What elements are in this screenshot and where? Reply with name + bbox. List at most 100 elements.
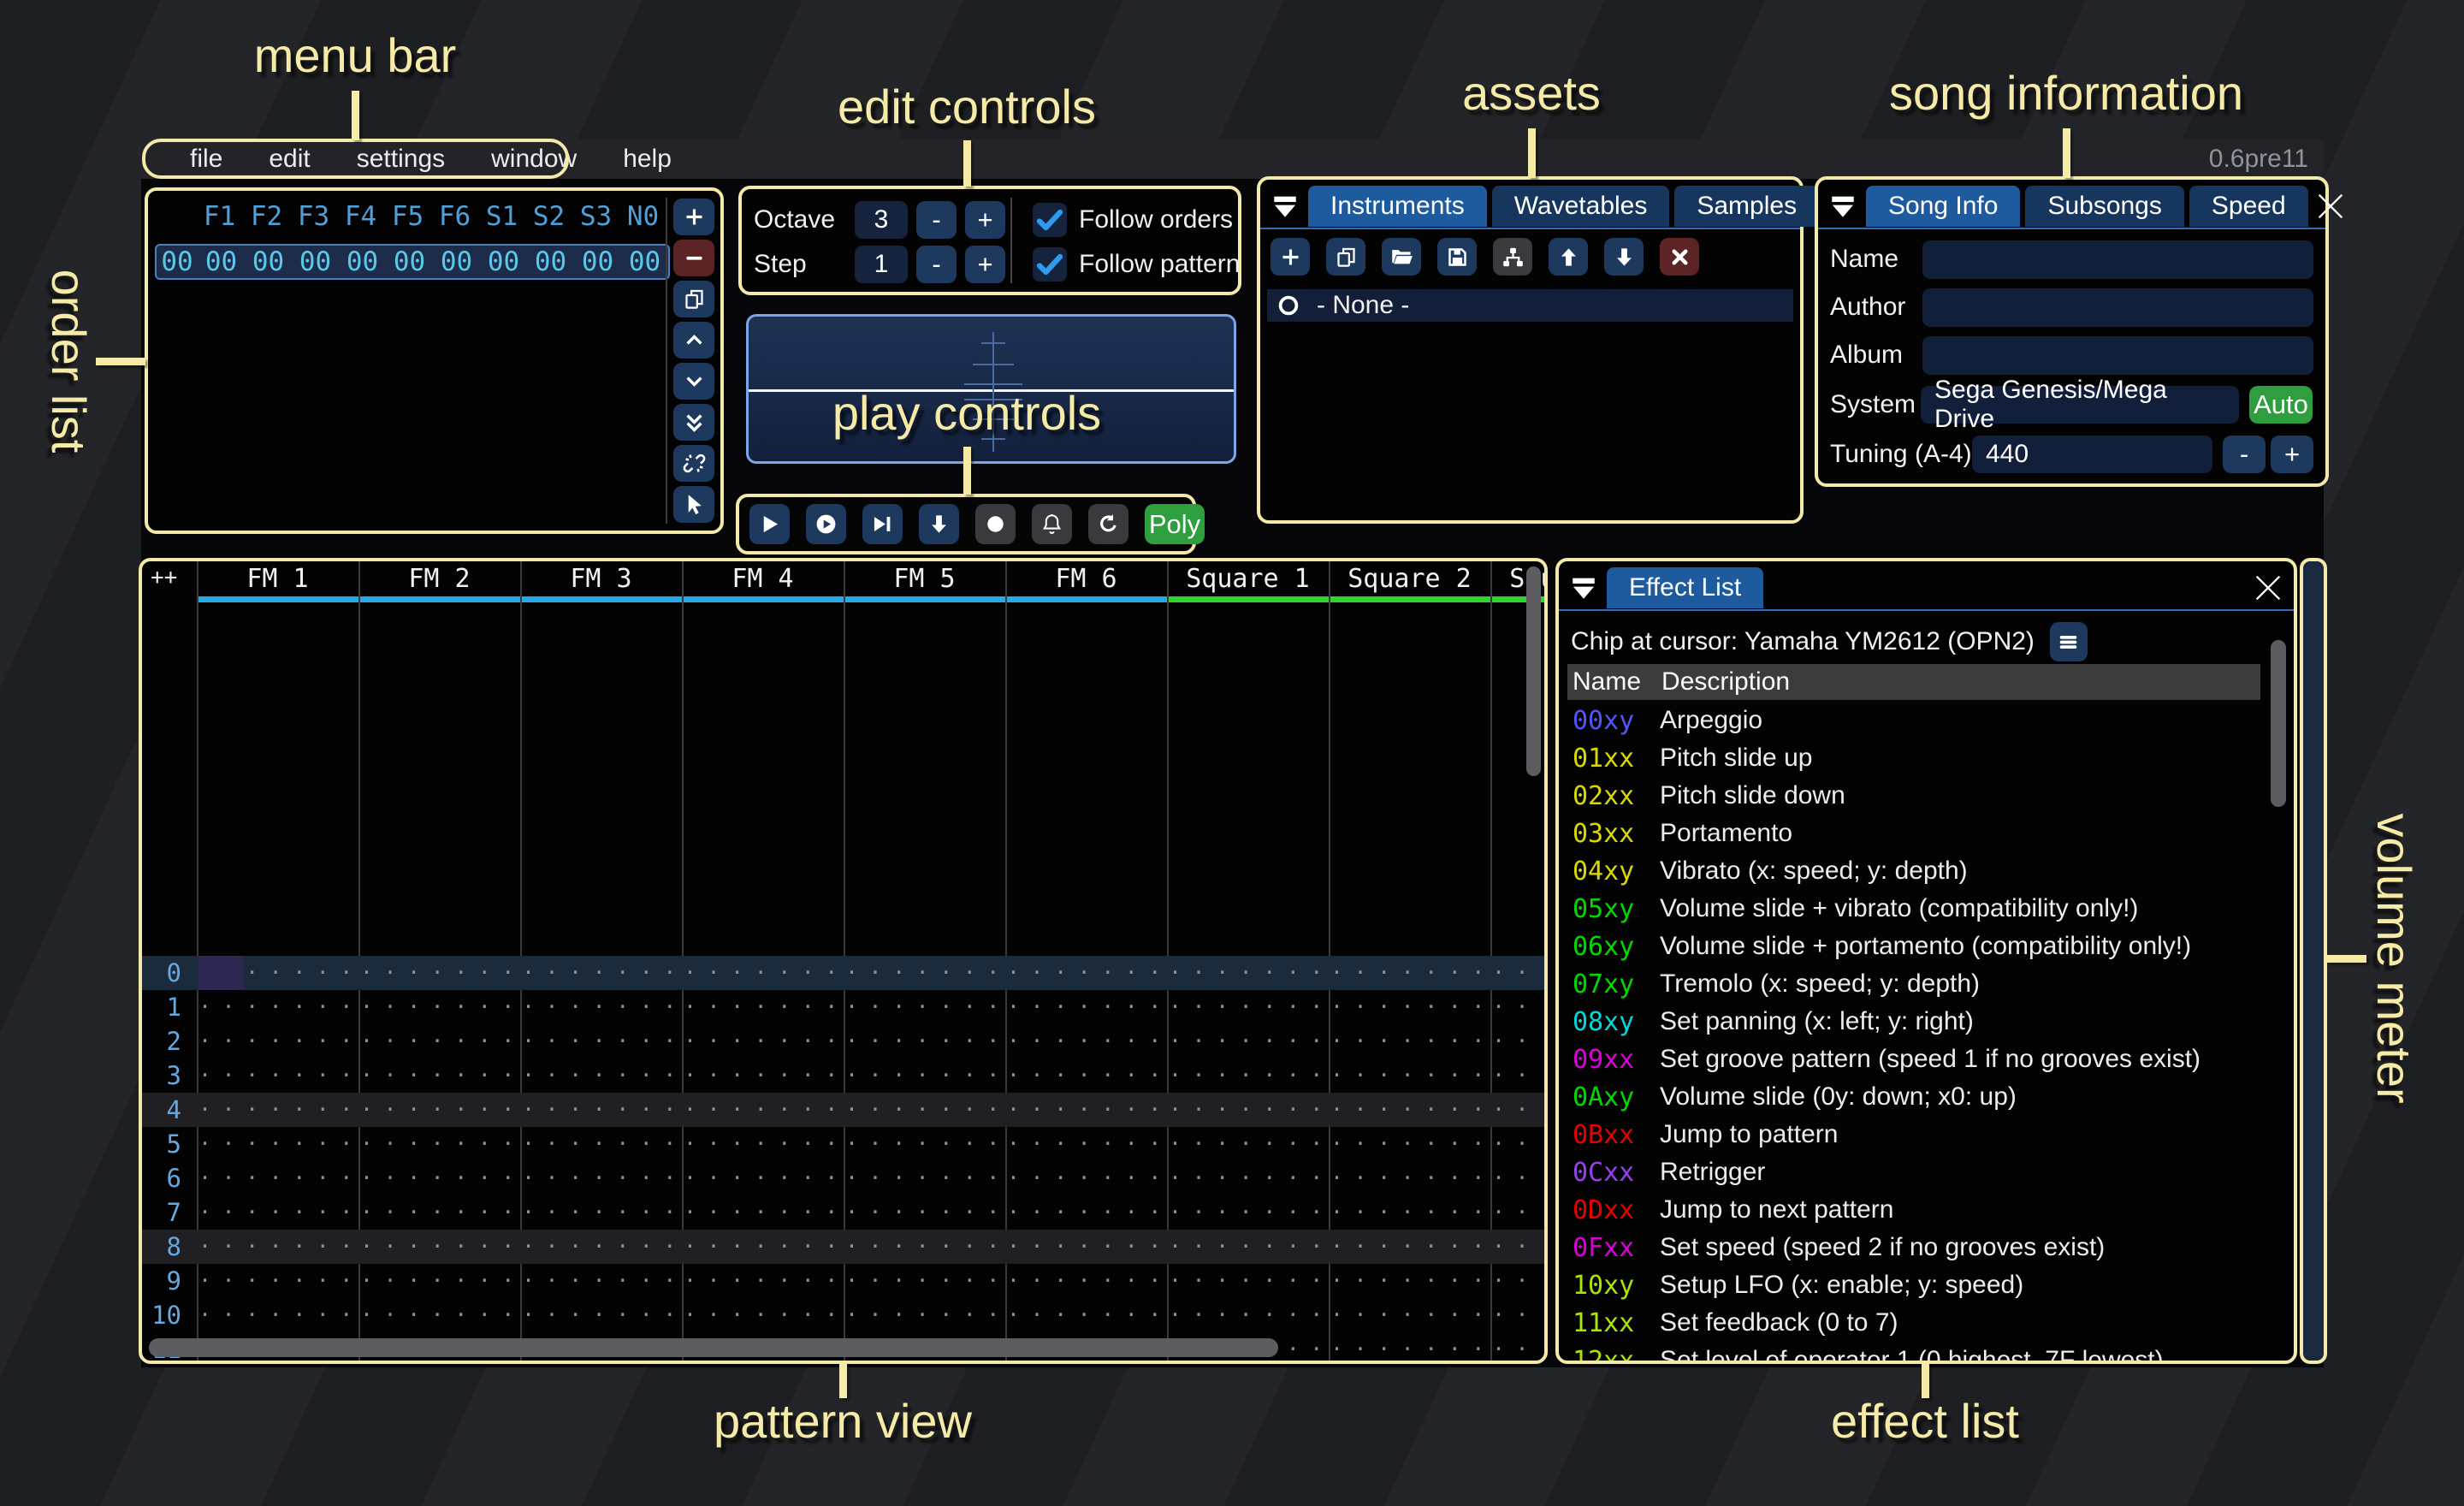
order-row[interactable]: 0000000000000000000000 [155, 244, 670, 280]
duplicate-order-button[interactable] [673, 281, 714, 317]
pattern-cell[interactable]: ··········· [1160, 1195, 1322, 1230]
follow-pattern-checkbox[interactable] [1033, 247, 1067, 282]
delete-instrument-button[interactable] [1660, 238, 1699, 276]
step-plus-button[interactable]: + [965, 246, 1005, 283]
pattern-row[interactable]: 7·······································… [142, 1195, 1544, 1230]
pattern-cell[interactable]: ··········· [675, 956, 837, 990]
song-album-input[interactable] [1922, 336, 2313, 375]
play-from-cursor-button[interactable] [862, 504, 903, 544]
pattern-cell[interactable]: ··········· [1322, 1093, 1484, 1127]
tab-wavetables[interactable]: Wavetables [1492, 186, 1670, 227]
system-auto-button[interactable]: Auto [2249, 386, 2313, 424]
pattern-cell[interactable]: ··········· [1160, 1024, 1322, 1058]
octave-value[interactable]: 3 [855, 201, 908, 239]
pattern-cell[interactable]: ··········· [675, 1093, 837, 1127]
pattern-cell[interactable]: ··········· [1322, 1127, 1484, 1161]
pattern-cell[interactable]: ··········· [837, 956, 998, 990]
pattern-cell[interactable]: ··········· [837, 1230, 998, 1264]
pattern-cell[interactable]: ··········· [190, 1127, 352, 1161]
system-select[interactable]: Sega Genesis/Mega Drive [1921, 386, 2239, 424]
order-grid[interactable]: F1F2F3F4F5F6S1S2S3N000000000000000000000… [155, 201, 670, 280]
pattern-cell[interactable]: ··········· [837, 1093, 998, 1127]
pattern-cell[interactable]: ··········· [190, 1298, 352, 1332]
pattern-cell[interactable]: ··········· [675, 1195, 837, 1230]
pattern-cell[interactable]: ··········· [190, 990, 352, 1024]
song-name-input[interactable] [1922, 240, 2313, 279]
pattern-cell[interactable]: ··········· [998, 1195, 1160, 1230]
collapse-window-icon[interactable] [1828, 192, 1857, 221]
pattern-cell[interactable]: ··········· [1484, 1161, 1548, 1195]
pattern-cell[interactable]: ··········· [352, 1024, 513, 1058]
pattern-cell[interactable]: ··········· [998, 1230, 1160, 1264]
save-instrument-button[interactable] [1437, 238, 1477, 276]
add-order-button[interactable] [673, 199, 714, 235]
pattern-cell[interactable]: ··········· [352, 1195, 513, 1230]
pattern-cell[interactable]: ··········· [837, 1298, 998, 1332]
pattern-cell[interactable]: ··········· [352, 1058, 513, 1093]
pattern-cell[interactable]: ··········· [352, 1230, 513, 1264]
channel-header-fm-6[interactable]: FM 6 [1005, 561, 1167, 596]
tab-speed[interactable]: Speed [2189, 186, 2308, 227]
collapse-window-icon[interactable] [1569, 573, 1598, 602]
pattern-cell[interactable]: ··········· [998, 1127, 1160, 1161]
pattern-cell[interactable]: ··········· [1322, 1161, 1484, 1195]
pattern-cell[interactable]: ··········· [1160, 1298, 1322, 1332]
pattern-row[interactable]: 1·······································… [142, 990, 1544, 1024]
pattern-cell[interactable]: ··········· [675, 1058, 837, 1093]
collapse-window-icon[interactable] [1270, 192, 1300, 221]
channel-header-fm-4[interactable]: FM 4 [682, 561, 844, 596]
pattern-cell[interactable]: ··········· [1484, 1230, 1548, 1264]
order-edit-mode-button[interactable] [673, 486, 714, 523]
pattern-cell[interactable]: ··········· [1322, 1195, 1484, 1230]
pattern-cell[interactable]: ··········· [1160, 1230, 1322, 1264]
pattern-cell[interactable]: ··········· [1322, 1332, 1484, 1364]
remove-order-button[interactable] [673, 240, 714, 276]
pattern-cell[interactable]: ··········· [998, 990, 1160, 1024]
tuning-minus-button[interactable]: - [2223, 436, 2266, 473]
pattern-cell[interactable]: ··········· [1484, 1024, 1548, 1058]
pattern-cell[interactable]: ··········· [837, 1195, 998, 1230]
pattern-cell[interactable]: ··········· [190, 1093, 352, 1127]
pattern-cell[interactable]: ··········· [1322, 1230, 1484, 1264]
pattern-grid[interactable]: FM 1FM 2FM 3FM 4FM 5FM 6Square 1Square 2… [142, 561, 1544, 1361]
menu-help[interactable]: help [600, 139, 695, 179]
pattern-cell[interactable]: ··········· [675, 990, 837, 1024]
pattern-cell[interactable]: ··········· [1484, 1264, 1548, 1298]
pattern-cell[interactable]: ··········· [675, 1264, 837, 1298]
order-cell[interactable]: 00 [527, 246, 574, 277]
pattern-cell[interactable]: ··········· [352, 956, 513, 990]
pattern-cell[interactable]: ··········· [352, 1127, 513, 1161]
pattern-cell[interactable]: ··········· [1322, 990, 1484, 1024]
tab-samples[interactable]: Samples [1674, 186, 1819, 227]
pattern-cell[interactable]: ··········· [352, 1264, 513, 1298]
pattern-cell[interactable]: ··········· [1160, 1058, 1322, 1093]
poly-button[interactable]: Poly [1145, 504, 1205, 544]
close-icon[interactable] [2313, 189, 2348, 223]
pattern-cell[interactable]: ··········· [1160, 956, 1322, 990]
song-author-input[interactable] [1922, 288, 2313, 327]
pattern-cell[interactable]: ··········· [513, 1024, 675, 1058]
pattern-cell[interactable]: ··········· [190, 1161, 352, 1195]
order-cell[interactable]: 00 [386, 246, 433, 277]
pattern-cell[interactable]: ··········· [1484, 1058, 1548, 1093]
pattern-cell[interactable]: ··········· [675, 1298, 837, 1332]
deep-clone-button[interactable] [673, 445, 714, 482]
open-instrument-button[interactable] [1382, 238, 1421, 276]
pattern-cell[interactable]: ··········· [1160, 990, 1322, 1024]
pattern-cell[interactable]: ··········· [1484, 1332, 1548, 1364]
pattern-row[interactable]: 10······································… [142, 1298, 1544, 1332]
record-button[interactable] [975, 504, 1016, 544]
pattern-row[interactable]: 3·······································… [142, 1058, 1544, 1093]
effect-list-menu-button[interactable] [2050, 622, 2088, 661]
pattern-row[interactable]: 4·······································… [142, 1093, 1544, 1127]
pattern-cell[interactable]: ··········· [513, 1264, 675, 1298]
step-row-button[interactable] [919, 504, 959, 544]
order-cell[interactable]: 00 [198, 246, 245, 277]
pattern-cell[interactable]: ··········· [352, 1298, 513, 1332]
pattern-cell[interactable]: ··········· [513, 1298, 675, 1332]
pattern-cell[interactable]: ··········· [998, 1264, 1160, 1298]
add-instrument-button[interactable] [1270, 238, 1310, 276]
pattern-cell[interactable]: ··········· [1160, 1161, 1322, 1195]
close-icon[interactable] [2251, 571, 2285, 605]
pattern-cell[interactable]: ··········· [837, 990, 998, 1024]
